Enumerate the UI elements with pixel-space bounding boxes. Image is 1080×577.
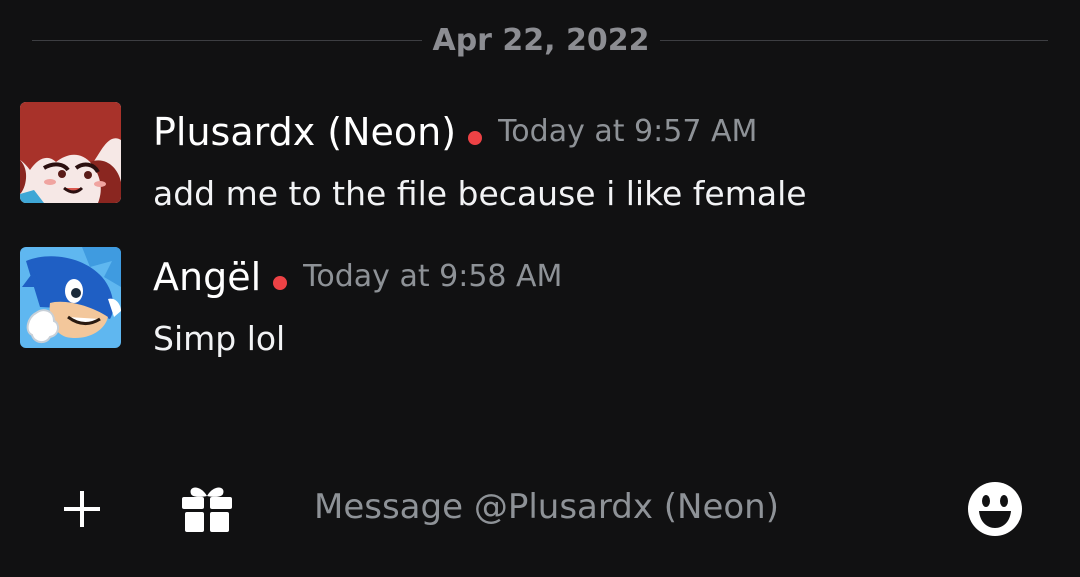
message-item[interactable]: Angël Today at 9:58 AM Simp lol <box>20 247 1060 358</box>
date-divider-label: Apr 22, 2022 <box>432 23 650 58</box>
timestamp: Today at 9:57 AM <box>498 114 758 149</box>
message-header: Angël Today at 9:58 AM <box>153 253 562 301</box>
divider-line-right <box>660 40 1048 41</box>
status-dot-icon <box>468 131 483 145</box>
avatar-image <box>20 102 121 203</box>
emoji-button[interactable] <box>965 479 1025 539</box>
message-header: Plusardx (Neon) Today at 9:57 AM <box>153 108 757 156</box>
message-composer: Message @Plusardx (Neon) <box>0 465 1080 550</box>
gift-icon <box>182 487 232 532</box>
avatar-image <box>20 247 121 348</box>
avatar[interactable] <box>20 247 121 348</box>
attach-button[interactable] <box>52 479 112 539</box>
date-divider: Apr 22, 2022 <box>32 24 1048 58</box>
gift-button[interactable] <box>177 479 237 539</box>
message-text: Simp lol <box>153 319 286 358</box>
message-item[interactable]: Plusardx (Neon) Today at 9:57 AM add me … <box>20 102 1060 213</box>
plus-icon <box>64 491 100 527</box>
status-dot-icon <box>273 276 288 290</box>
username[interactable]: Plusardx (Neon) <box>153 108 456 156</box>
message-input[interactable]: Message @Plusardx (Neon) <box>314 481 934 533</box>
message-text: add me to the file because i like female <box>153 174 807 213</box>
avatar[interactable] <box>20 102 121 203</box>
username[interactable]: Angël <box>153 253 261 301</box>
emoji-icon <box>968 482 1022 536</box>
divider-line-left <box>32 40 422 41</box>
timestamp: Today at 9:58 AM <box>303 259 563 294</box>
